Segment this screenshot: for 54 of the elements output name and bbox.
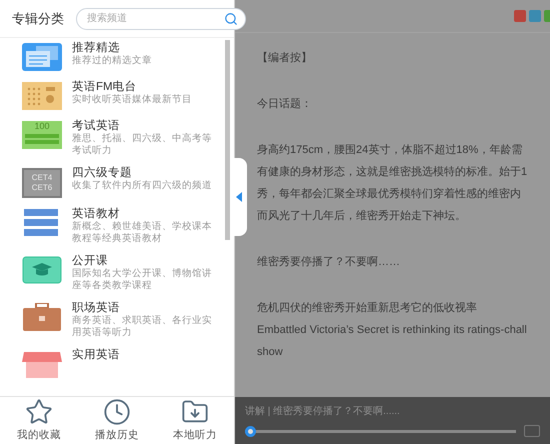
left-triangle-icon: [236, 192, 242, 202]
score-sheet-icon: 100: [22, 121, 62, 149]
category-description: 商务英语、求职英语、各行业实用英语等听力: [72, 315, 213, 339]
article-line: show: [257, 345, 284, 360]
graduation-cap-icon: [22, 256, 62, 284]
category-description: 推荐过的精选文章: [72, 55, 153, 67]
sidebar-title: 专辑分类: [12, 10, 64, 28]
category-item[interactable]: 英语教材 新概念、赖世雄美语、学校课本教程等经典英语教材: [22, 207, 225, 245]
category-title: 英语教材: [72, 207, 121, 221]
briefcase-icon: [22, 303, 62, 331]
category-description: 收集了软件内所有四六级的频道: [72, 180, 213, 192]
category-title: 职场英语: [72, 301, 121, 315]
category-description: 雅思、托福、四六级、中高考等考试听力: [72, 133, 213, 157]
article-line: 秀，每年都会汇聚全球最优秀模特们穿着性感的维密内: [257, 186, 522, 202]
clock-icon: [103, 398, 131, 426]
radio-icon: [22, 82, 62, 110]
category-item[interactable]: 实用英语: [22, 348, 225, 378]
search-icon[interactable]: [224, 12, 238, 26]
sign-icon: CET4 CET6: [22, 168, 62, 198]
category-description: 国际知名大学公开课、博物馆讲座等各类教学课程: [72, 268, 213, 292]
category-description: 实时收听英语媒体最新节目: [72, 94, 193, 106]
scrollbar-thumb[interactable]: [225, 40, 230, 240]
nav-button[interactable]: 本地听力: [173, 398, 217, 444]
article-line: 维密秀要停播了？不要啊……: [257, 254, 401, 270]
article-line: 【编者按】: [257, 50, 313, 66]
article-line: 而风光了十几年后，维密秀开始走下神坛。: [257, 208, 467, 224]
bookmark-star-icon: [25, 398, 53, 426]
category-title: 四六级专题: [72, 166, 133, 180]
collapse-tab[interactable]: [231, 158, 247, 236]
article-line: 危机四伏的维密秀开始重新思考它的低收视率: [257, 300, 478, 316]
category-description: 新概念、赖世雄美语、学校课本教程等经典英语教材: [72, 221, 213, 245]
article-line: 今日话题：: [257, 97, 313, 112]
category-item[interactable]: 英语FM电台 实时收听英语媒体最新节目: [22, 80, 225, 110]
documents-icon: [22, 43, 62, 71]
article-line: Embattled Victoria’s Secret is rethinking its ratings-chall: [257, 323, 528, 338]
awning-icon: [22, 350, 62, 378]
category-title: 实用英语: [72, 348, 121, 362]
progress-thumb[interactable]: [245, 426, 256, 436]
category-item[interactable]: 100 考试英语 雅思、托福、四六级、中高考等考试听力: [22, 119, 225, 157]
category-item[interactable]: 推荐精选 推荐过的精选文章: [22, 41, 225, 71]
search-field[interactable]: 搜索频道: [76, 8, 246, 30]
category-title: 考试英语: [72, 119, 121, 133]
playlist-icon[interactable]: [524, 425, 540, 437]
article-line: 有健康的身材形态，这就是维密挑选模特的标准。始于1: [257, 164, 528, 180]
category-title: 公开课: [72, 254, 109, 268]
article-line: 身高约175cm，腰围24英寸，体脂不超过18%，年龄需: [257, 142, 524, 158]
category-item[interactable]: 职场英语 商务英语、求职英语、各行业实用英语等听力: [22, 301, 225, 339]
nav-button[interactable]: 我的收藏: [17, 398, 61, 444]
category-title: 推荐精选: [72, 41, 121, 55]
category-item[interactable]: 公开课 国际知名大学公开课、博物馆讲座等各类教学课程: [22, 254, 225, 292]
nav-button[interactable]: 播放历史: [95, 398, 139, 444]
track-title: 讲解 | 维密秀要停播了？不要啊......: [245, 404, 401, 419]
category-item[interactable]: CET4 CET6 四六级专题 收集了软件内所有四六级的频道: [22, 166, 225, 198]
category-title: 英语FM电台: [72, 80, 138, 94]
